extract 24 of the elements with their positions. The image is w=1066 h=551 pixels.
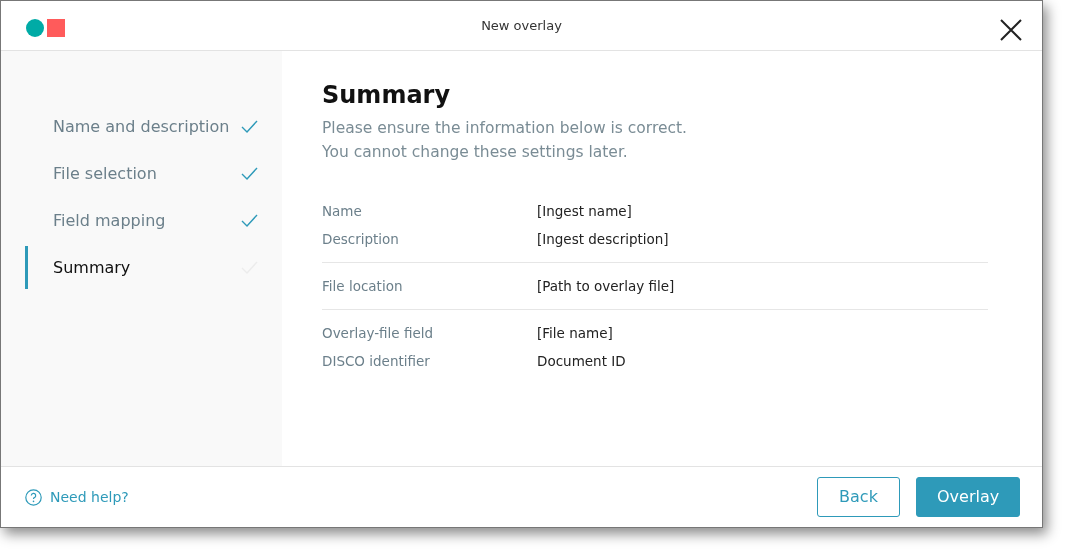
field-value: [Path to overlay file] (537, 276, 675, 296)
intro-text: Please ensure the information below is correct. (322, 117, 688, 139)
step-item[interactable]: File selection (1, 150, 282, 197)
logo-icon (26, 19, 65, 37)
overlay-button[interactable]: Overlay (916, 477, 1020, 517)
intro-text: You cannot change these settings later. (322, 141, 629, 163)
field-label: Overlay-file field (322, 323, 435, 343)
step-item[interactable]: Name and description (1, 103, 282, 150)
window-title: New overlay (481, 16, 562, 35)
back-button[interactable]: Back (817, 477, 900, 517)
field-label: Name (322, 201, 363, 221)
field-value: [File name] (537, 323, 613, 343)
section-heading: Summary (322, 81, 452, 110)
field-value: [Ingest name] (537, 201, 632, 221)
field-value: Document ID (537, 351, 626, 371)
field-label: Description (322, 229, 400, 249)
field-value: [Ingest description] (537, 229, 669, 249)
close-icon[interactable] (1000, 17, 1022, 39)
help-link[interactable]: Need help? (25, 486, 129, 508)
step-item[interactable]: Field mapping (1, 197, 282, 244)
help-icon (25, 488, 42, 506)
field-label: DISCO identifier (322, 351, 431, 371)
field-label: File location (322, 276, 404, 296)
step-item[interactable]: Summary (1, 244, 282, 291)
